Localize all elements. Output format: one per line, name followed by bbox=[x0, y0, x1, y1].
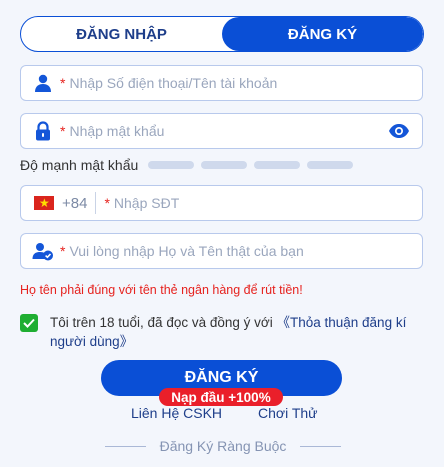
name-warning: Họ tên phải đúng với tên thẻ ngân hàng đ… bbox=[20, 283, 303, 297]
password-field[interactable]: * bbox=[20, 113, 423, 149]
strength-bar bbox=[148, 161, 195, 169]
required-mark: * bbox=[104, 195, 110, 211]
divider bbox=[105, 445, 146, 447]
phone-field[interactable]: ★ +84 * bbox=[20, 185, 423, 221]
strength-label: Độ mạnh mật khẩu bbox=[20, 157, 139, 173]
checkmark-icon bbox=[23, 318, 35, 328]
strength-bar bbox=[254, 161, 301, 169]
fullname-input[interactable] bbox=[69, 234, 422, 268]
bind-link[interactable]: Đăng Ký Ràng Buộc bbox=[160, 438, 287, 454]
vietnam-flag-icon: ★ bbox=[34, 196, 54, 210]
strength-meter bbox=[148, 161, 354, 169]
strength-bar bbox=[307, 161, 354, 169]
tab-register[interactable]: ĐĂNG KÝ bbox=[222, 17, 423, 51]
eye-icon[interactable] bbox=[388, 123, 410, 139]
auth-tabs: ĐĂNG NHẬP ĐĂNG KÝ bbox=[20, 16, 424, 52]
agreement-text: Tôi trên 18 tuổi, đã đọc và đồng ý với 《… bbox=[50, 313, 420, 351]
required-mark: * bbox=[60, 243, 66, 259]
required-mark: * bbox=[60, 75, 66, 91]
password-strength: Độ mạnh mật khẩu bbox=[20, 157, 354, 173]
try-link[interactable]: Chơi Thử bbox=[258, 405, 318, 421]
required-mark: * bbox=[60, 123, 66, 139]
bonus-badge: Nạp đầu +100% bbox=[159, 388, 283, 406]
tab-login[interactable]: ĐĂNG NHẬP bbox=[21, 17, 222, 51]
account-field[interactable]: * bbox=[20, 65, 423, 101]
agreement-checkbox[interactable] bbox=[20, 314, 38, 332]
country-code[interactable]: +84 bbox=[62, 192, 97, 214]
strength-bar bbox=[201, 161, 248, 169]
account-input[interactable] bbox=[69, 66, 422, 100]
lock-icon bbox=[32, 120, 54, 142]
user-verified-icon bbox=[32, 240, 54, 262]
support-link[interactable]: Liên Hệ CSKH bbox=[131, 405, 222, 421]
bind-row: Đăng Ký Ràng Buộc bbox=[105, 438, 342, 454]
phone-input[interactable] bbox=[113, 186, 422, 220]
agreement-row: Tôi trên 18 tuổi, đã đọc và đồng ý với 《… bbox=[20, 313, 430, 351]
fullname-field[interactable]: * bbox=[20, 233, 423, 269]
agreement-statement: Tôi trên 18 tuổi, đã đọc và đồng ý với bbox=[50, 315, 277, 330]
password-input[interactable] bbox=[69, 114, 388, 148]
user-icon bbox=[32, 72, 54, 94]
divider bbox=[300, 445, 342, 447]
